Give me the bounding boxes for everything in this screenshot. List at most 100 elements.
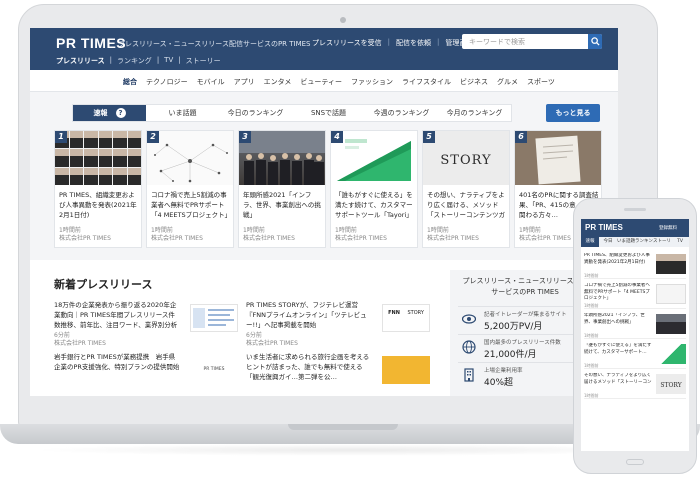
- search-button[interactable]: [588, 34, 602, 49]
- category-item[interactable]: アプリ: [234, 77, 255, 87]
- card-company: 株式会社PR TIMES: [243, 235, 295, 242]
- tab-label: 速報: [93, 109, 108, 117]
- tab-breaking[interactable]: 速報?: [73, 105, 146, 121]
- growth-chart-image: [337, 139, 411, 181]
- ranking-card[interactable]: 4 「誰もがすぐに使える」を満たす続けて、カスタマーサポートツール「Tayori…: [330, 130, 418, 248]
- subnav-tv[interactable]: TV: [164, 56, 173, 66]
- card-thumbnail: [55, 131, 141, 185]
- ranking-card[interactable]: 1 PR TIMES、組織変更および人事異動を発表(2021年2月1日付) 1時…: [54, 130, 142, 248]
- news-thumbnail: FNN STORY: [382, 304, 430, 332]
- news-company: 株式会社PR TIMES: [246, 340, 298, 347]
- tab-trending[interactable]: いま話題: [146, 105, 219, 121]
- mobile-register-link[interactable]: 登録無料: [659, 225, 677, 231]
- ranking-card[interactable]: STORY 5 その想い、ナラティブをより広く届ける、メソッド「ストーリーコンテ…: [422, 130, 510, 248]
- story-logo-image: STORY: [423, 131, 509, 185]
- news-item[interactable]: いま生活者に求められる旅行企画を考えるヒントが詰まった、誰でも無料で使える「観光…: [246, 352, 446, 384]
- mobile-list-item[interactable]: 年頭所感2021「インフラ、世界、事業創出への挑戦」 1時間前: [584, 311, 686, 339]
- stat-label: 上場企業利用率: [484, 368, 523, 374]
- ranking-card[interactable]: 3 年頭所感2021「インフラ、世界、事業創出への挑戦」 1時間前 株式会社PR…: [238, 130, 326, 248]
- mobile-item-meta: 1時間前: [584, 363, 599, 368]
- search-input[interactable]: [462, 34, 588, 49]
- more-button[interactable]: もっと見る: [546, 104, 600, 122]
- prtimes-logo-text: PR TIMES: [203, 367, 225, 372]
- separator: |: [109, 56, 113, 64]
- receive-press-link[interactable]: プレスリリースを受信: [312, 38, 382, 48]
- card-thumbnail: [147, 131, 233, 185]
- card-thumbnail: STORY: [423, 131, 509, 185]
- news-title: いま生活者に求められる旅行企画を考えるヒントが詰まった、誰でも無料で使える「観光…: [246, 353, 370, 381]
- mobile-tab[interactable]: ストーリー: [653, 237, 671, 247]
- globe-icon: [462, 340, 476, 354]
- help-icon[interactable]: ?: [115, 108, 126, 118]
- news-item[interactable]: PR TIMES STORYが、フジテレビ運営『FNNプライムオンライン』「ツテ…: [246, 300, 446, 348]
- news-title: PR TIMES STORYが、フジテレビ運営『FNNプライムオンライン』「ツテ…: [246, 301, 367, 329]
- news-item[interactable]: 18万件の企業発表から振り返る2020年企業動向｜PR TIMES年間プレスリリ…: [54, 300, 254, 348]
- tab-week-ranking[interactable]: 今週のランキング: [365, 105, 438, 121]
- category-item[interactable]: グルメ: [497, 77, 518, 87]
- mobile-list-item[interactable]: PR TIMES、組織変更および人事異動を発表(2021年2月1日付) 1時間前: [584, 251, 686, 279]
- card-meta: 1時間前 株式会社PR TIMES: [243, 227, 295, 243]
- news-thumbnail: [382, 356, 430, 384]
- document-photo-image: [515, 131, 601, 185]
- mobile-list-item[interactable]: その想い、ナラティブをより広く届けるメソッド「ストーリーコン 1時間前 STOR…: [584, 371, 686, 399]
- subnav-story[interactable]: ストーリー: [186, 56, 221, 66]
- card-title: 年頭所感2021「インフラ、世界、事業創出への挑戦」: [243, 191, 321, 219]
- card-meta: 1時間前 株式会社PR TIMES: [151, 227, 203, 243]
- card-meta: 1時間前 株式会社PR TIMES: [335, 227, 387, 243]
- site-logo[interactable]: PR TIMES: [56, 35, 126, 51]
- mobile-logo[interactable]: PR TIMES: [585, 223, 623, 232]
- tab-month-ranking[interactable]: 今月のランキング: [438, 105, 511, 121]
- category-item[interactable]: ライフスタイル: [402, 77, 451, 87]
- category-item[interactable]: テクノロジー: [146, 77, 188, 87]
- phone-frame: PR TIMES 登録無料 速報 今日 いま話題 ランキング ストーリー TV …: [573, 198, 697, 474]
- category-item[interactable]: ビューティー: [300, 77, 342, 87]
- category-item[interactable]: モバイル: [197, 77, 225, 87]
- stat-value: 21,000件/月: [484, 350, 537, 360]
- category-item[interactable]: ファッション: [351, 77, 393, 87]
- news-title: 18万件の企業発表から振り返る2020年企業動向｜PR TIMES年間プレスリリ…: [54, 301, 178, 329]
- mobile-item-title: 「誰もがすぐに使える」を満たす続けて、カスタマーサポート…: [584, 343, 652, 355]
- laptop-screen: PR TIMES プレスリリース・ニュースリリース配信サービスのPR TIMES…: [30, 28, 618, 396]
- card-time: 1時間前: [427, 227, 449, 234]
- news-title: 岩手銀行とPR TIMESが業務提携 岩手県企業のPR支援強化、特別プランの提供…: [54, 353, 180, 371]
- mobile-list-item[interactable]: 「誰もがすぐに使える」を満たす続けて、カスタマーサポート… 1時間前: [584, 341, 686, 369]
- site-header: PR TIMES プレスリリース・ニュースリリース配信サービスのPR TIMES…: [30, 28, 618, 70]
- ranking-card[interactable]: 2 コロナ禍で売上5割減の事業者へ無料でPRサポート「4 MEETSプロジェクト…: [146, 130, 234, 248]
- subnav-press-release[interactable]: プレスリリース: [56, 56, 105, 66]
- rank-badge: 4: [331, 131, 343, 143]
- stat-row: 国内最多のプレスリリース件数 21,000件/月: [458, 334, 592, 360]
- category-item[interactable]: ビジネス: [460, 77, 488, 87]
- rank-badge: 1: [55, 131, 67, 143]
- mobile-tab[interactable]: いま話題: [617, 237, 635, 247]
- category-item[interactable]: エンタメ: [264, 77, 292, 87]
- tab-today-ranking[interactable]: 今日のランキング: [219, 105, 292, 121]
- rank-badge: 3: [239, 131, 251, 143]
- mobile-item-meta: 1時間前: [584, 393, 599, 398]
- mobile-list-item[interactable]: コロナ禍で売上5割減の事業者へ無料でPRサポート「4 MEETSプロジェクト」 …: [584, 281, 686, 309]
- section-title: 新着プレスリリース: [54, 278, 153, 291]
- svg-text:STORY: STORY: [660, 382, 682, 389]
- mobile-item-thumbnail: [656, 344, 686, 364]
- tab-sns[interactable]: SNSで話題: [292, 105, 365, 121]
- mobile-tab[interactable]: ランキング: [635, 237, 653, 247]
- stat-label: 記者イトレーダーが集まるサイト: [484, 312, 567, 318]
- building-icon: [464, 368, 474, 382]
- news-item[interactable]: 岩手銀行とPR TIMESが業務提携 岩手県企業のPR支援強化、特別プランの提供…: [54, 352, 254, 384]
- search-icon: [591, 37, 600, 46]
- mobile-tab[interactable]: 今日: [599, 237, 617, 247]
- request-distribution-link[interactable]: 配信を依頼: [396, 38, 431, 48]
- category-item[interactable]: スポーツ: [527, 77, 555, 87]
- separator: |: [178, 56, 181, 64]
- card-time: 1時間前: [519, 227, 541, 234]
- laptop-notch: [288, 424, 398, 430]
- category-item[interactable]: 総合: [123, 77, 137, 87]
- news-meta: 6分前 株式会社PR TIMES: [246, 332, 446, 348]
- mobile-item-thumbnail: [656, 284, 686, 304]
- mobile-tab[interactable]: TV: [671, 237, 689, 247]
- mobile-item-thumbnail: [656, 254, 686, 274]
- subnav-ranking[interactable]: ランキング: [117, 56, 152, 66]
- category-bar: 総合 テクノロジー モバイル アプリ エンタメ ビューティー ファッション ライ…: [30, 70, 618, 92]
- story-logo-text: STORY: [407, 310, 424, 316]
- mobile-tab[interactable]: 速報: [581, 237, 599, 247]
- mobile-item-thumbnail: [656, 314, 686, 334]
